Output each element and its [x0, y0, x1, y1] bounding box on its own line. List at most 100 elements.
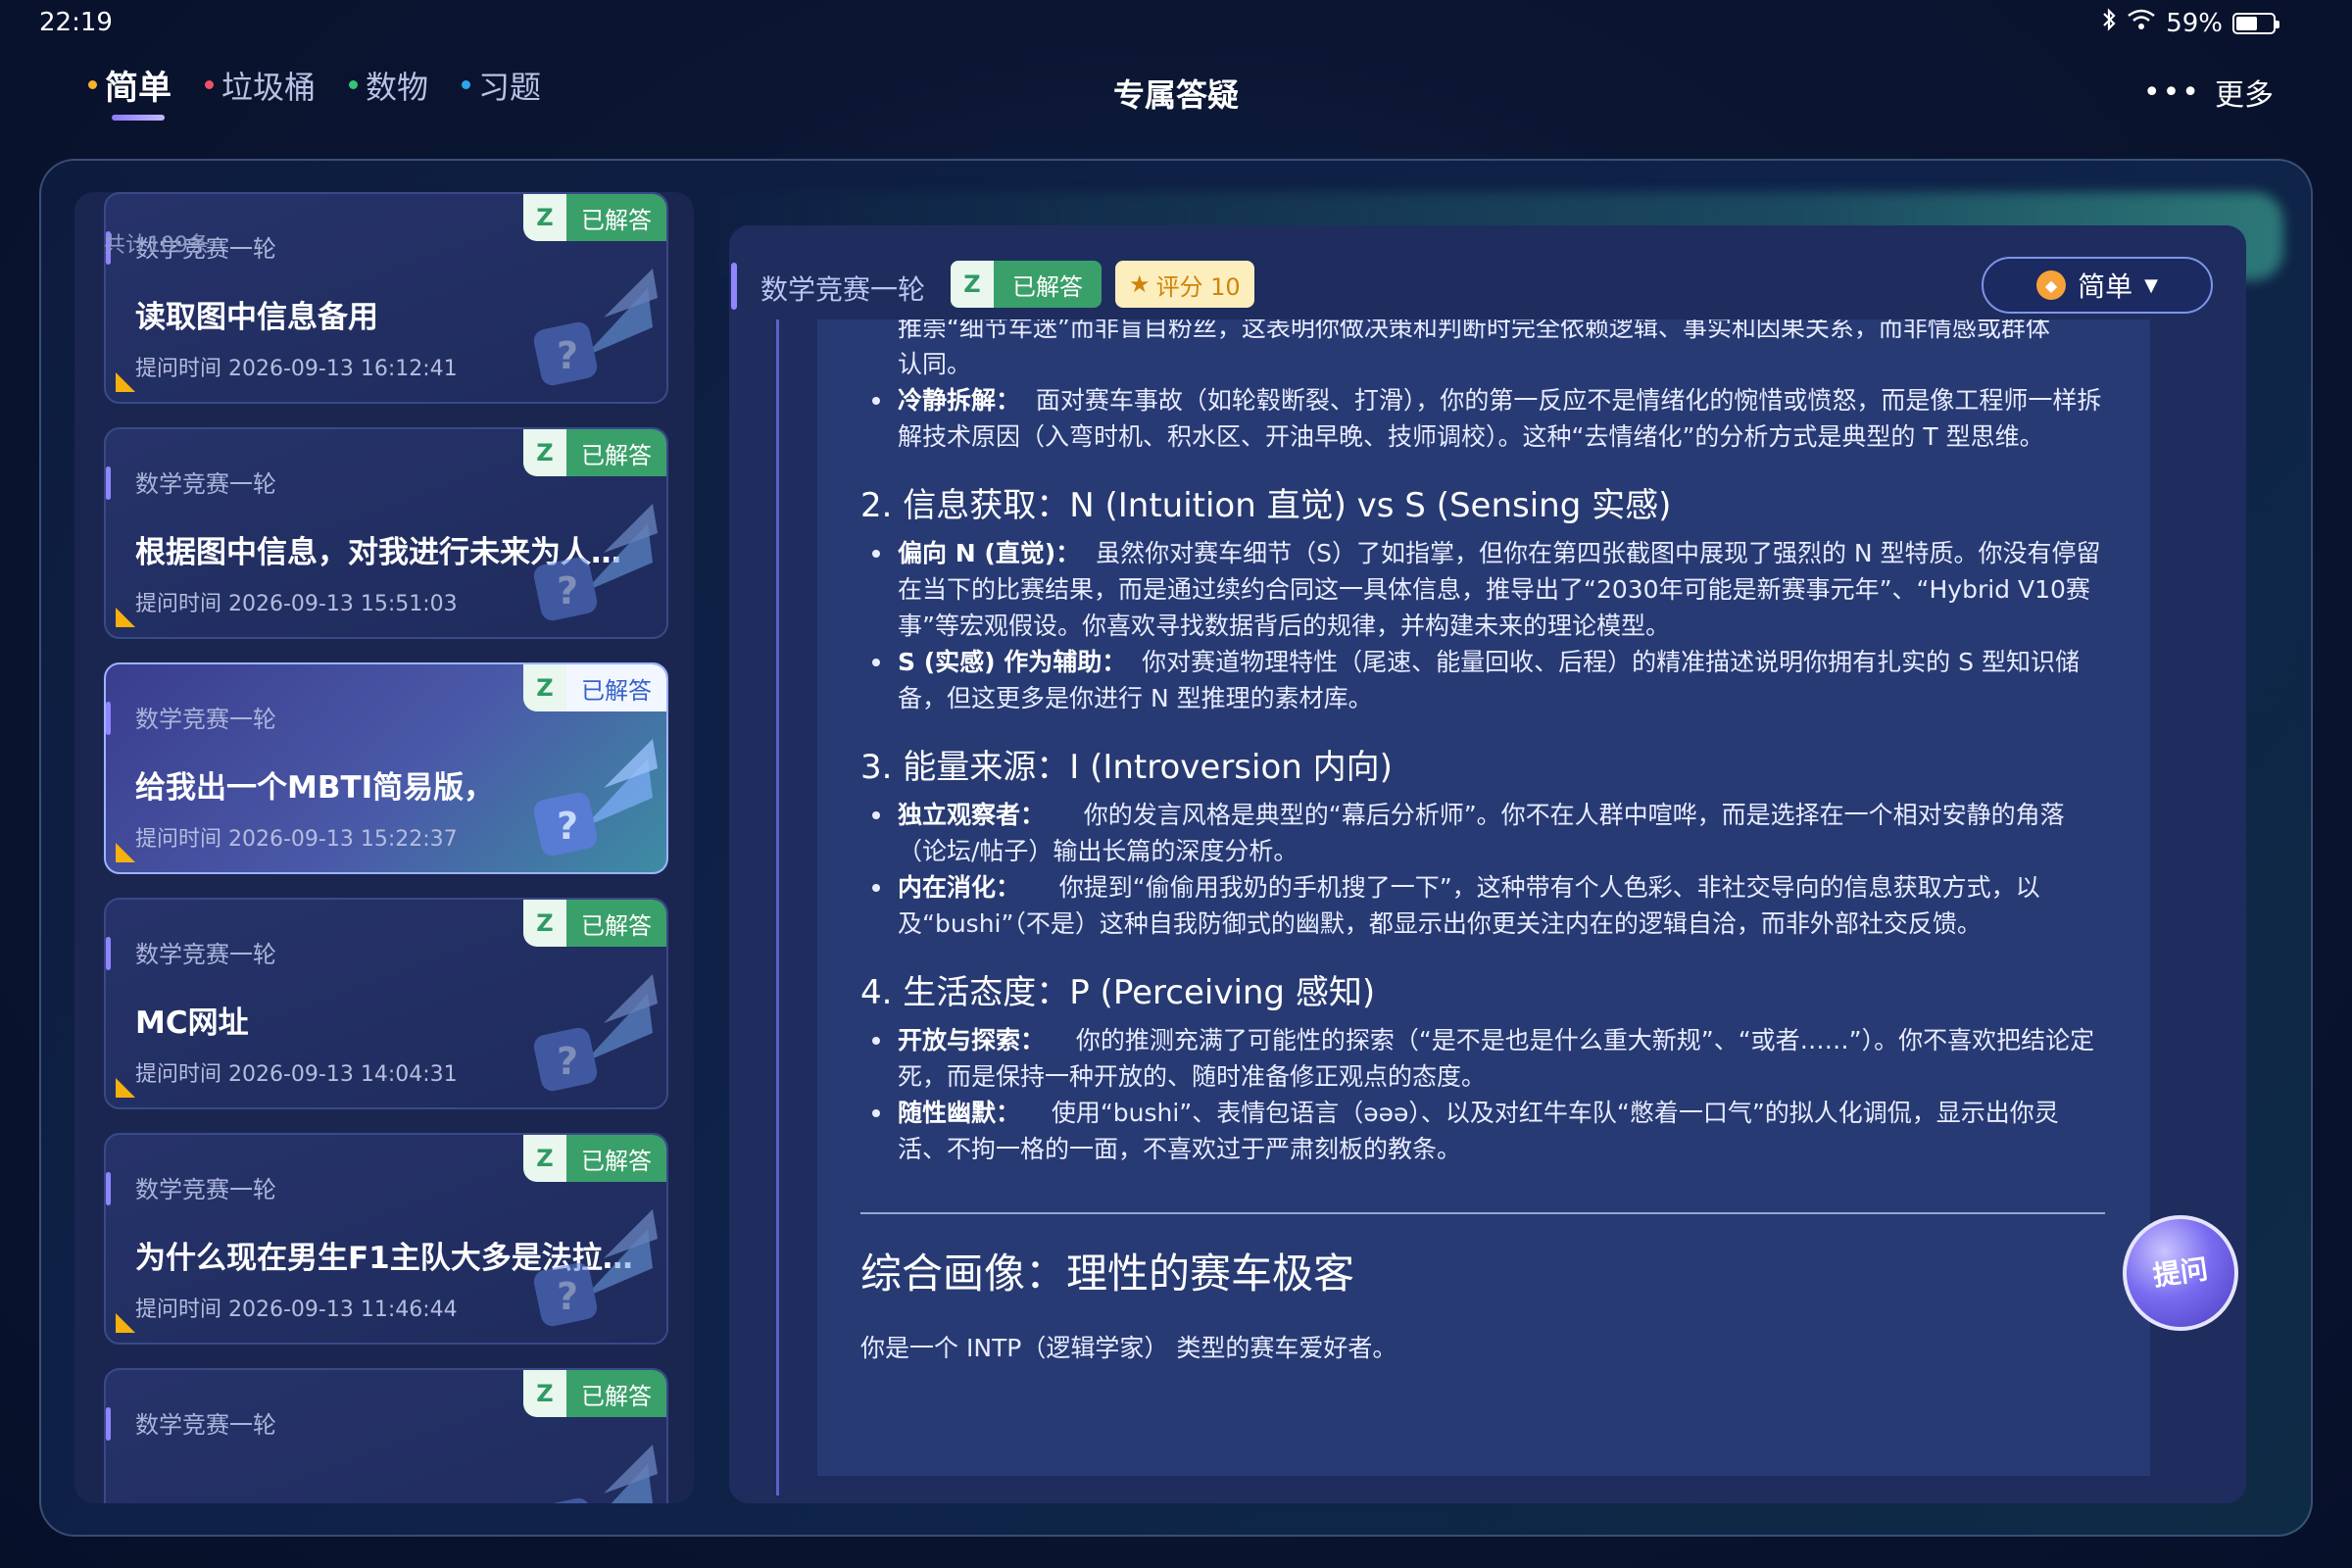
tab-dot-icon — [88, 80, 97, 89]
tab-dot-icon — [349, 80, 359, 89]
card-time: 提问时间 2026-09-13 15:51:03 — [135, 592, 458, 616]
score-label: 评分 10 — [1155, 272, 1241, 301]
answer-bullet: 独立观察者： 你的发言风格是典型的“幕后分析师”。你不在人群中喧哗，而是选择在一… — [860, 797, 2105, 869]
tab-dot-icon — [205, 80, 214, 89]
svg-text:?: ? — [557, 805, 578, 848]
z-logo-icon: Z — [951, 261, 994, 308]
tab-label: 数物 — [366, 68, 429, 106]
bullet-label: 开放与探索： — [898, 1026, 1046, 1054]
card-category: 数学竞赛一轮 — [135, 941, 276, 968]
tab-1[interactable]: 垃圾桶 — [205, 63, 316, 108]
answer-panel: 数学竞赛一轮 Z 已解答 ★ 评分 10 ◆ 简单 ▼ 推崇“细节车迷”而非盲目… — [729, 225, 2246, 1503]
answer-paragraph: 认同。 — [898, 350, 972, 378]
star-icon: ★ — [1129, 270, 1151, 298]
z-logo-icon: Z — [523, 1135, 566, 1182]
status-time: 22:19 — [39, 8, 113, 37]
question-card[interactable]: 数学竞赛一轮 Z 已解答? — [104, 1368, 668, 1503]
answer-bullet: 偏向 N (直觉)： 虽然你对赛车细节（S）了如指掌，但你在第四张截图中展现了强… — [860, 535, 2105, 644]
solved-badge-text: 已解答 — [581, 441, 652, 469]
bullet-label: S (实感) 作为辅助： — [898, 648, 1127, 676]
answer-bullet: 冷静拆解： 面对赛车事故（如轮毂断裂、打滑），你的第一反应不是情绪化的惋惜或愤怒… — [860, 382, 2105, 455]
top-tab-bar: 简单 垃圾桶 数物 习题 — [88, 61, 541, 121]
question-deco-icon: ? — [515, 719, 662, 866]
answer-accent-line — [776, 319, 779, 1495]
more-dots-icon: ••• — [2142, 74, 2201, 110]
difficulty-dropdown[interactable]: ◆ 简单 ▼ — [1982, 257, 2213, 314]
svg-text:?: ? — [557, 569, 578, 612]
answer-content: 推崇“细节车迷”而非盲目粉丝，这表明你做决策和判断时完全依赖逻辑、事实和因果关系… — [860, 319, 2105, 1392]
solved-status-text: 已解答 — [1012, 272, 1083, 301]
answer-list: 独立观察者： 你的发言风格是典型的“幕后分析师”。你不在人群中喧哗，而是选择在一… — [860, 797, 2105, 942]
corner-flag-icon — [116, 372, 135, 392]
bullet-label: 内在消化： — [898, 873, 1021, 902]
bullet-label: 随性幽默： — [898, 1099, 1021, 1127]
z-logo-icon: Z — [523, 194, 566, 241]
tab-2[interactable]: 数物 — [349, 63, 428, 108]
tab-label: 垃圾桶 — [221, 68, 317, 106]
answer-bullet: 开放与探索： 你的推测充满了可能性的探索（“是不是也是什么重大新规”、“或者……… — [860, 1022, 2105, 1095]
svg-text:?: ? — [557, 1040, 578, 1083]
question-deco-icon: ? — [515, 1190, 662, 1337]
header-accent-bar — [731, 263, 737, 310]
bullet-text: 你的发言风格是典型的“幕后分析师”。你不在人群中喧哗，而是选择在一个相对安静的角… — [898, 801, 2065, 865]
solved-badge-text: 已解答 — [581, 1147, 652, 1175]
solved-badge: Z 已解答 — [523, 1135, 666, 1182]
corner-flag-icon — [116, 1313, 135, 1333]
card-accent-bar — [106, 702, 111, 735]
more-label: 更多 — [2215, 78, 2274, 113]
question-list[interactable]: 数学竞赛一轮 读取图中信息备用 提问时间 2026-09-13 16:12:41 Z 已… — [104, 192, 668, 1503]
solved-badge: Z 已解答 — [523, 900, 666, 947]
svg-text:?: ? — [557, 1275, 578, 1318]
tab-0[interactable]: 简单 — [88, 61, 172, 121]
active-tab-indicator — [112, 115, 165, 121]
z-logo-icon: Z — [523, 664, 566, 711]
card-accent-bar — [106, 1407, 111, 1441]
z-logo-icon: Z — [523, 429, 566, 476]
answer-list: 冷静拆解： 面对赛车事故（如轮毂断裂、打滑），你的第一反应不是情绪化的惋惜或愤怒… — [860, 382, 2105, 455]
question-card[interactable]: 数学竞赛一轮 为什么现在男生F1主队大多是法拉利… 提问时间 2026-09-13 … — [104, 1133, 668, 1345]
card-time: 提问时间 2026-09-13 16:12:41 — [135, 357, 458, 381]
answer-content-scroll[interactable]: 推崇“细节车迷”而非盲目粉丝，这表明你做决策和判断时完全依赖逻辑、事实和因果关系… — [817, 319, 2150, 1476]
question-deco-icon: ? — [515, 249, 662, 396]
summary-heading: 综合画像：理性的赛车极客 — [860, 1250, 1355, 1298]
answer-category: 数学竞赛一轮 — [760, 273, 926, 306]
z-logo-icon: Z — [523, 900, 566, 947]
difficulty-label: 简单 — [2078, 270, 2133, 303]
status-bar: 22:19 59% — [0, 0, 2352, 49]
corner-flag-icon — [116, 608, 135, 627]
more-button[interactable]: ••• 更多 — [2143, 71, 2274, 114]
question-card[interactable]: 数学竞赛一轮 读取图中信息备用 提问时间 2026-09-13 16:12:41 Z 已… — [104, 192, 668, 404]
tab-label: 简单 — [105, 69, 172, 108]
solved-badge: Z 已解答 — [523, 1370, 666, 1417]
answer-bullet: 随性幽默： 使用“bushi”、表情包语言（ǝǝǝ）、以及对红牛车队“憋着一口气… — [860, 1095, 2105, 1167]
ask-label: 提问 — [2150, 1252, 2210, 1293]
ask-question-button[interactable]: 提问 — [2123, 1215, 2238, 1331]
question-count: 共计109条 — [104, 233, 210, 258]
section-divider — [860, 1212, 2105, 1214]
bullet-text: 使用“bushi”、表情包语言（ǝǝǝ）、以及对红牛车队“憋着一口气”的拟人化调… — [898, 1099, 2059, 1163]
card-accent-bar — [106, 937, 111, 970]
card-time: 提问时间 2026-09-13 14:04:31 — [135, 1062, 458, 1087]
solved-badge: Z 已解答 — [523, 429, 666, 476]
section-heading: 4. 生活态度：P (Perceiving 感知) — [860, 973, 1376, 1012]
card-time: 提问时间 2026-09-13 11:46:44 — [135, 1298, 458, 1322]
tab-dot-icon — [462, 80, 471, 89]
question-card[interactable]: 数学竞赛一轮 给我出一个MBTI简易版， 提问时间 2026-09-13 15:22… — [104, 662, 668, 874]
question-card[interactable]: 数学竞赛一轮 根据图中信息，对我进行未来为人规划 提问时间 2026-09-13 1… — [104, 427, 668, 639]
bullet-label: 独立观察者： — [898, 801, 1046, 829]
question-card[interactable]: 数学竞赛一轮 MC网址 提问时间 2026-09-13 14:04:31 Z 已解答? — [104, 898, 668, 1109]
tab-3[interactable]: 习题 — [462, 63, 541, 108]
bluetooth-icon — [2101, 8, 2117, 38]
answer-bullet: 内在消化： 你提到“偷偷用我奶的手机搜了一下”，这种带有个人色彩、非社交导向的信… — [860, 869, 2105, 942]
question-list-panel[interactable]: 共计109条 数学竞赛一轮 读取图中信息备用 提问时间 2026-09-13 16:… — [74, 192, 694, 1503]
solved-badge-text: 已解答 — [581, 911, 652, 940]
bullet-text: 你提到“偷偷用我奶的手机搜了一下”，这种带有个人色彩、非社交导向的信息获取方式，… — [898, 873, 2040, 938]
answer-paragraph: 推崇“细节车迷”而非盲目粉丝，这表明你做决策和判断时完全依赖逻辑、事实和因果关系… — [898, 319, 2050, 342]
bullet-text: 你的推测充满了可能性的探索（“是不是也是什么重大新规”、“或者……”）。你不喜欢… — [898, 1026, 2095, 1091]
summary-text: 你是一个 INTP（逻辑学家） 类型的赛车爱好者。 — [860, 1334, 1397, 1362]
status-icons: 59% — [2101, 8, 2279, 38]
card-accent-bar — [106, 1172, 111, 1205]
corner-flag-icon — [116, 843, 135, 862]
bullet-label: 冷静拆解： — [898, 386, 1021, 415]
solved-badge: Z 已解答 — [523, 194, 666, 241]
